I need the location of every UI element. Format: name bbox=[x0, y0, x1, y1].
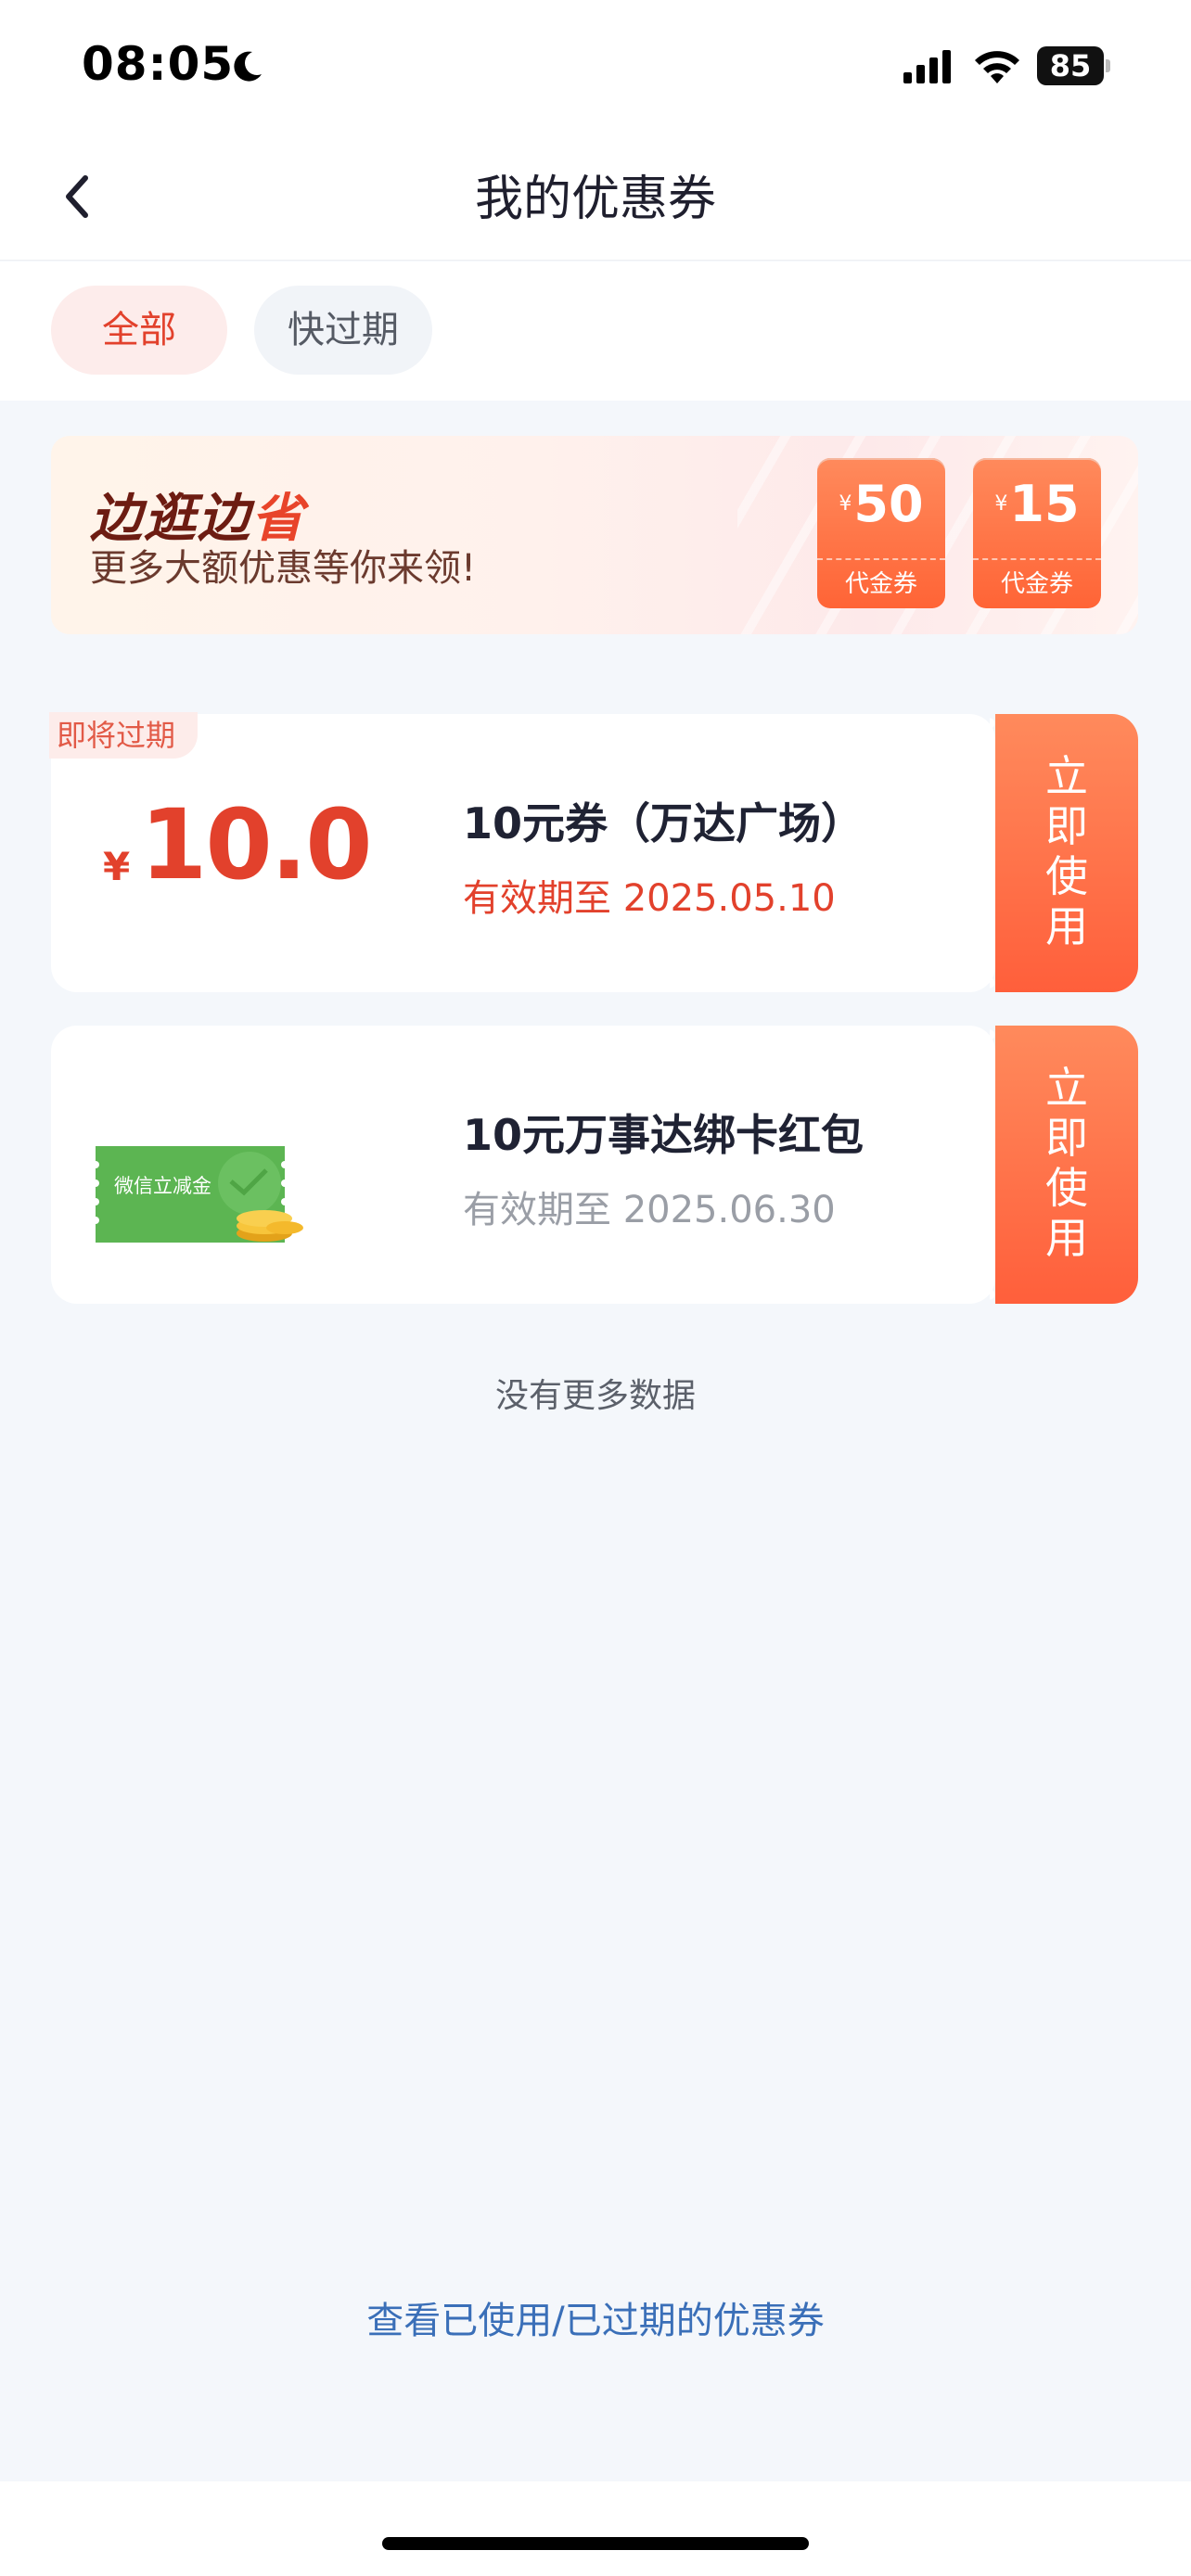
moon-icon bbox=[234, 51, 262, 82]
bottom-safe-area bbox=[0, 2481, 1191, 2576]
use-now-char: 用 bbox=[1045, 901, 1088, 951]
voucher-chip: ¥50 代金券 bbox=[817, 458, 945, 608]
filter-all[interactable]: 全部 bbox=[51, 286, 227, 375]
promo-banner[interactable]: 边逛边省 更多大额优惠等你来领! ¥50 代金券 ¥15 代金券 bbox=[51, 436, 1138, 634]
coupon-amount: 10.0 bbox=[140, 788, 373, 901]
coupon-body: 即将过期 ¥ 10.0 10元券（万达广场） 有效期至 2025.05.10 bbox=[49, 712, 995, 992]
nav-bar: 我的优惠券 bbox=[0, 130, 1191, 261]
filter-tabs: 全部 快过期 bbox=[0, 261, 1191, 401]
battery-level: 85 bbox=[1037, 46, 1104, 85]
coupon-validity: 有效期至 2025.05.10 bbox=[463, 877, 836, 920]
use-now-button[interactable]: 立 即 使 用 bbox=[990, 1026, 1138, 1304]
status-bar: 08:05 85 bbox=[0, 0, 1191, 130]
voucher-amount: ¥15 bbox=[973, 475, 1101, 533]
coupon-card: 即将过期 ¥ 10.0 10元券（万达广场） 有效期至 2025.05.10 立… bbox=[49, 712, 1138, 992]
use-now-button[interactable]: 立 即 使 用 bbox=[990, 714, 1138, 992]
voucher-label: 代金券 bbox=[973, 558, 1101, 608]
use-now-char: 即 bbox=[1045, 801, 1088, 851]
use-now-char: 用 bbox=[1045, 1213, 1088, 1263]
voucher-currency: ¥ bbox=[994, 492, 1008, 516]
use-now-char: 使 bbox=[1045, 1163, 1088, 1213]
banner-subtitle: 更多大额优惠等你来领! bbox=[90, 547, 477, 590]
status-time: 08:05 bbox=[82, 37, 235, 91]
page-title: 我的优惠券 bbox=[474, 172, 716, 227]
use-now-char: 使 bbox=[1045, 851, 1088, 901]
coupon-card: 微信立减金 10元万事达绑卡红包 有效期至 2025.06.30 立 即 使 用 bbox=[51, 1026, 1138, 1304]
use-now-char: 即 bbox=[1045, 1113, 1088, 1163]
use-now-char: 立 bbox=[1045, 751, 1088, 801]
expiring-badge: 即将过期 bbox=[49, 712, 198, 759]
use-now-label: 立 即 使 用 bbox=[995, 751, 1138, 951]
voucher-value: 50 bbox=[853, 475, 924, 533]
filter-expiring[interactable]: 快过期 bbox=[254, 286, 432, 375]
battery-icon: 85 bbox=[1037, 46, 1111, 87]
view-used-expired-link[interactable]: 查看已使用/已过期的优惠券 bbox=[0, 2290, 1191, 2344]
wifi-icon bbox=[975, 51, 1019, 83]
wechat-coupon-image-text: 微信立减金 bbox=[114, 1175, 211, 1197]
voucher-label: 代金券 bbox=[817, 558, 945, 608]
use-now-char: 立 bbox=[1045, 1063, 1088, 1113]
coupon-title: 10元万事达绑卡红包 bbox=[463, 1110, 864, 1160]
home-indicator[interactable] bbox=[382, 2537, 809, 2550]
voucher-currency: ¥ bbox=[839, 492, 852, 516]
no-more-data: 没有更多数据 bbox=[494, 1377, 696, 1415]
voucher-amount: ¥50 bbox=[817, 475, 945, 533]
voucher-value: 15 bbox=[1009, 475, 1080, 533]
wechat-coupon-image: 微信立减金 bbox=[92, 1146, 303, 1243]
coupon-currency: ¥ bbox=[103, 844, 131, 889]
coupon-title: 10元券（万达广场） bbox=[463, 798, 864, 848]
coupon-validity: 有效期至 2025.06.30 bbox=[463, 1189, 836, 1231]
battery-nub bbox=[1106, 59, 1110, 72]
use-now-label: 立 即 使 用 bbox=[995, 1063, 1138, 1263]
signal-icon bbox=[903, 50, 951, 83]
coupon-body: 微信立减金 10元万事达绑卡红包 有效期至 2025.06.30 bbox=[51, 1026, 995, 1304]
voucher-chip: ¥15 代金券 bbox=[973, 458, 1101, 608]
